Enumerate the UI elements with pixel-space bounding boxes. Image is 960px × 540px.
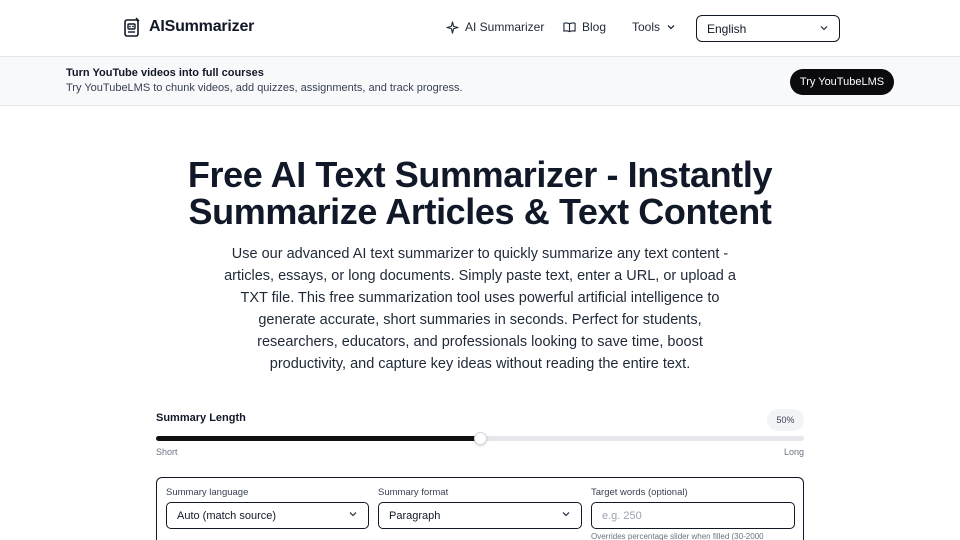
- target-words-input[interactable]: [591, 502, 795, 529]
- chevron-down-icon: [561, 509, 571, 522]
- banner-subtitle: Try YouTubeLMS to chunk videos, add quiz…: [66, 82, 463, 94]
- slider-fill: [156, 436, 480, 441]
- page-description: Use our advanced AI text summarizer to q…: [224, 246, 736, 372]
- summary-language-select[interactable]: Auto (match source): [166, 502, 369, 529]
- language-select-value: English: [707, 21, 747, 36]
- document-robot-icon: [123, 17, 141, 37]
- summary-language-label: Summary language: [166, 487, 249, 498]
- nav-blog[interactable]: Blog: [563, 20, 623, 34]
- try-youtubelms-button[interactable]: Try YouTubeLMS: [790, 69, 894, 95]
- nav-tools-dropdown[interactable]: Tools: [632, 20, 692, 34]
- banner-title: Turn YouTube videos into full courses: [66, 67, 264, 79]
- promo-banner: Turn YouTube videos into full courses Tr…: [0, 57, 960, 106]
- page-title-line-1: Free AI Text Summarizer - Instantly: [187, 154, 773, 195]
- nav-ai-summarizer-label: AI Summarizer: [465, 20, 545, 34]
- page-title-line-2: Summarize Articles & Text Content: [188, 191, 772, 232]
- nav-ai-summarizer[interactable]: AI Summarizer: [446, 20, 556, 34]
- slider-thumb[interactable]: [473, 432, 487, 445]
- summary-format-select[interactable]: Paragraph: [378, 502, 582, 529]
- language-select[interactable]: English: [696, 15, 840, 42]
- summary-format-label: Summary format: [378, 487, 449, 498]
- chevron-down-icon: [348, 509, 358, 522]
- logo-text: AISummarizer: [149, 18, 255, 35]
- nav-blog-label: Blog: [582, 20, 607, 34]
- summary-length-slider[interactable]: [156, 432, 804, 445]
- chevron-down-icon: [819, 22, 829, 36]
- summary-options-panel: Summary language Auto (match source) Sum…: [156, 477, 804, 540]
- slider-max-label: Long: [784, 447, 805, 457]
- summary-language-value: Auto (match source): [177, 509, 277, 522]
- summary-format-value: Paragraph: [389, 509, 441, 522]
- page-title: Free AI Text Summarizer - Instantly Summ…: [0, 156, 960, 230]
- site-header: AISummarizer AI Summarizer Blog Tools En…: [0, 0, 960, 57]
- sparkle-icon: [446, 20, 459, 34]
- target-words-label: Target words (optional): [591, 487, 688, 498]
- slider-min-label: Short: [156, 447, 178, 457]
- summary-length-percent-badge: 50%: [767, 409, 804, 431]
- logo[interactable]: AISummarizer: [123, 17, 254, 37]
- book-open-icon: [563, 21, 576, 33]
- summary-length-label: Summary Length: [156, 412, 246, 424]
- chevron-down-icon: [666, 22, 676, 32]
- target-words-hint: Overrides percentage slider when filled …: [591, 532, 764, 540]
- nav-tools-label: Tools: [632, 20, 661, 34]
